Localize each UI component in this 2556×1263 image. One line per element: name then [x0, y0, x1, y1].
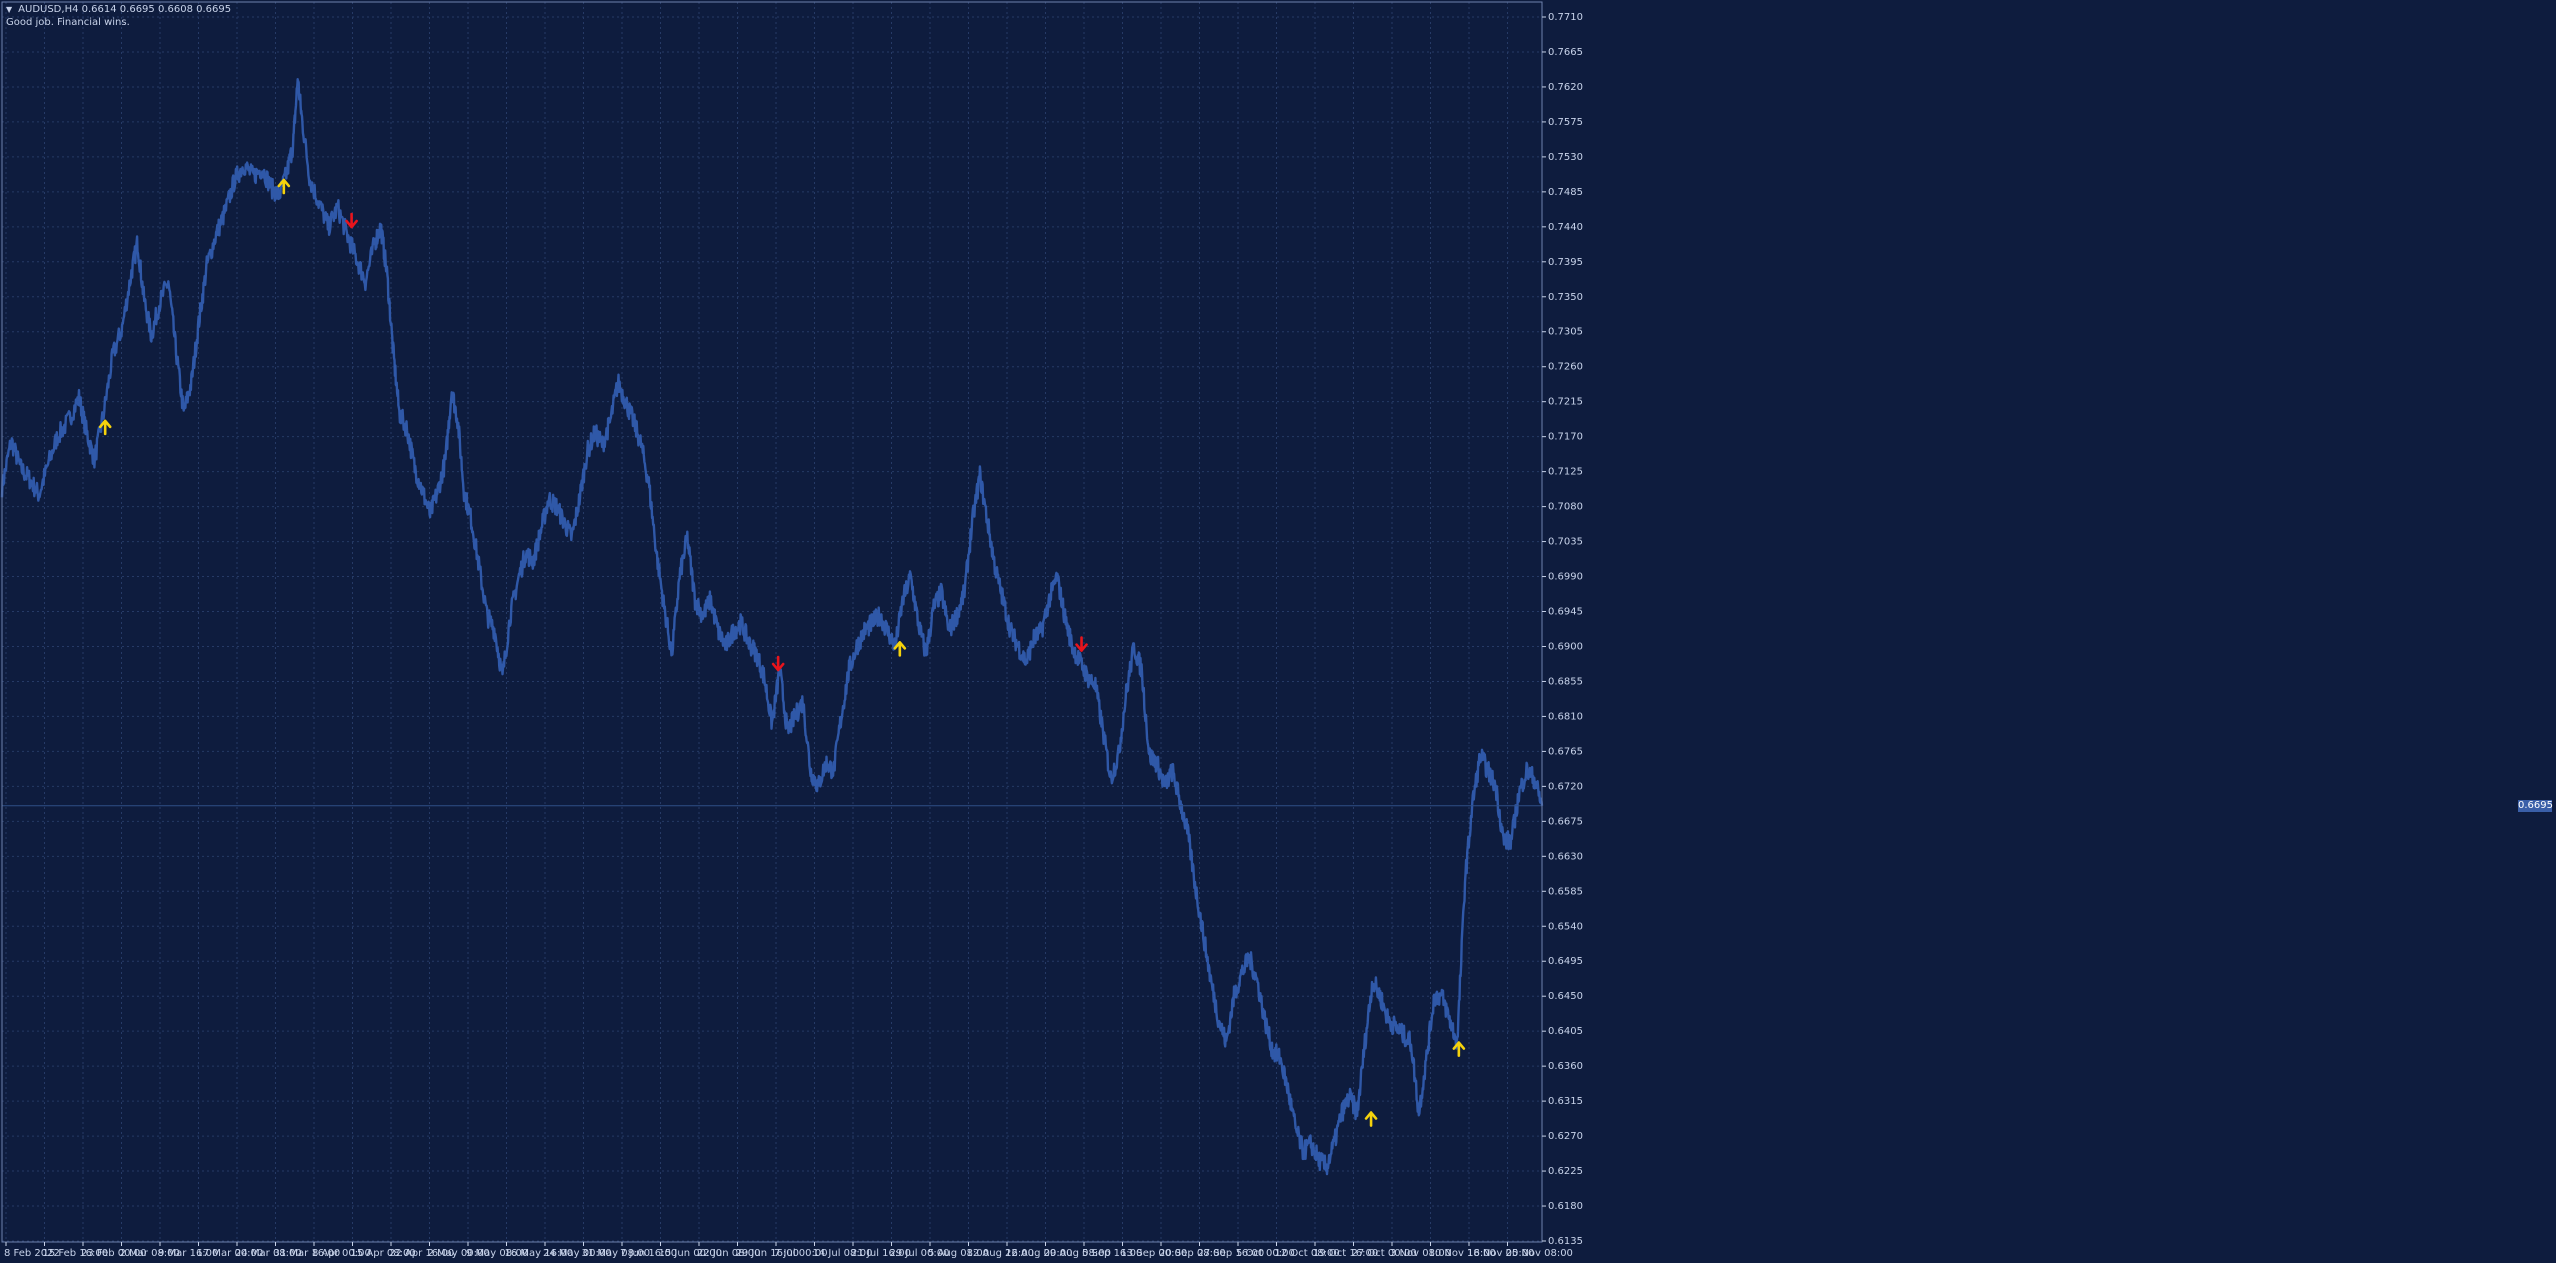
symbol-info: AUDUSD,H4 0.6614 0.6695 0.6608 0.6695	[18, 4, 232, 15]
sell-arrow-icon	[345, 212, 358, 229]
price-series	[0, 78, 1544, 1176]
chart-comment: Good job. Financial wins.	[6, 17, 130, 28]
price-tick-label: 0.6630	[1548, 851, 1583, 862]
time-axis[interactable]: 8 Feb 202215 Feb 16:0023 Feb 00:002 Mar …	[4, 1242, 1573, 1259]
triangle-down-icon[interactable]: ▼	[6, 3, 12, 16]
price-tick-label: 0.7710	[1548, 12, 1583, 23]
time-tick-label: 25 Nov 08:00	[1506, 1248, 1573, 1259]
price-tick-label: 0.6855	[1548, 676, 1583, 687]
price-tick-label: 0.7530	[1548, 152, 1583, 163]
price-tick-label: 0.6900	[1548, 641, 1583, 652]
price-tick-label: 0.6810	[1548, 711, 1583, 722]
price-tick-label: 0.7260	[1548, 362, 1583, 373]
price-tick-label: 0.7575	[1548, 117, 1583, 128]
price-tick-label: 0.6945	[1548, 607, 1583, 618]
current-price-label: 0.6695	[2518, 799, 2553, 812]
price-tick-label: 0.7035	[1548, 537, 1583, 548]
price-tick-label: 0.6360	[1548, 1061, 1583, 1072]
chart-header: ▼ AUDUSD,H4 0.6614 0.6695 0.6608 0.6695 …	[6, 3, 231, 29]
price-tick-label: 0.6765	[1548, 746, 1583, 757]
price-tick-label: 0.6180	[1548, 1201, 1583, 1212]
sell-arrow-icon	[771, 655, 785, 672]
price-line	[0, 78, 1544, 1176]
price-tick-label: 0.7170	[1548, 432, 1583, 443]
price-tick-label: 0.6405	[1548, 1026, 1583, 1037]
price-tick-label: 0.6540	[1548, 921, 1583, 932]
price-tick-label: 0.6450	[1548, 991, 1583, 1002]
price-tick-label: 0.7215	[1548, 397, 1583, 408]
price-axis[interactable]: 0.7710 0.7665 0.7620 0.7575 0.7530 0.7485 0.74…	[1542, 12, 1583, 1247]
buy-arrow-icon	[1364, 1111, 1378, 1127]
price-tick-label: 0.6585	[1548, 886, 1583, 897]
price-tick-label: 0.7350	[1548, 292, 1583, 303]
chart-window[interactable]: ▼ AUDUSD,H4 0.6614 0.6695 0.6608 0.6695 …	[0, 0, 2556, 1263]
price-chart[interactable]: 0.7710 0.7665 0.7620 0.7575 0.7530 0.7485 0.74…	[0, 0, 2556, 1263]
price-tick-label: 0.6135	[1548, 1236, 1583, 1247]
price-tick-label: 0.6720	[1548, 781, 1583, 792]
price-tick-label: 0.7440	[1548, 222, 1583, 233]
price-tick-label: 0.6315	[1548, 1096, 1583, 1107]
price-tick-label: 0.7665	[1548, 47, 1583, 58]
price-tick-label: 0.6270	[1548, 1131, 1583, 1142]
price-tick-label: 0.7305	[1548, 327, 1583, 338]
sell-arrow-icon	[1075, 636, 1088, 652]
price-tick-label: 0.6495	[1548, 956, 1583, 967]
price-tick-label: 0.7620	[1548, 82, 1583, 93]
price-tick-label: 0.6225	[1548, 1166, 1583, 1177]
price-tick-label: 0.7125	[1548, 467, 1583, 478]
price-tick-label: 0.7080	[1548, 502, 1583, 513]
price-tick-label: 0.7395	[1548, 257, 1583, 268]
price-tick-label: 0.6990	[1548, 572, 1583, 583]
price-tick-label: 0.7485	[1548, 187, 1583, 198]
price-tick-label: 0.6675	[1548, 816, 1583, 827]
